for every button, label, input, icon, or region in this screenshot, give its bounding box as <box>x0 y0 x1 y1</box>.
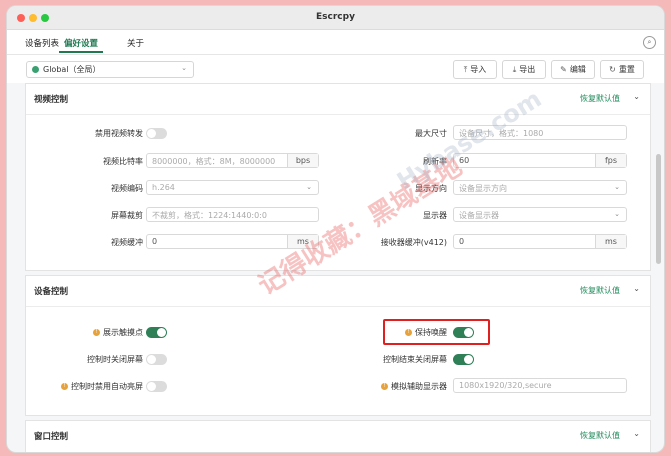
device-section: 设备控制 恢复默认值 ⌄ ! 展示触摸点 控制时关闭屏幕 ! 控制时禁用自动亮屏 !… <box>25 275 651 416</box>
chevron-down-icon: ⌄ <box>306 183 312 191</box>
video-section-header[interactable]: 视频控制 恢复默认值 ⌄ <box>26 84 650 115</box>
chevron-down-icon: ⌄ <box>181 64 187 72</box>
export-icon: ⤓ <box>512 64 517 74</box>
import-icon: ⤒ <box>463 64 468 74</box>
screen-off-on-close-toggle[interactable] <box>453 354 474 365</box>
chevron-down-icon[interactable]: ⌄ <box>633 429 640 438</box>
export-button[interactable]: ⤓ 导出 <box>502 60 546 79</box>
window-section: 窗口控制 恢复默认值 ⌄ <box>25 420 651 452</box>
search-icon[interactable]: ⌕ <box>643 36 656 49</box>
edit-button[interactable]: ✎ 编辑 <box>551 60 595 79</box>
receiver-buffer-input[interactable]: 0 ms <box>453 234 627 249</box>
highlight-box <box>383 319 490 345</box>
import-button[interactable]: ⤒ 导入 <box>453 60 497 79</box>
device-section-header[interactable]: 设备控制 恢复默认值 ⌄ <box>26 276 650 307</box>
video-restore-defaults[interactable]: 恢复默认值 <box>580 93 620 104</box>
video-codec-select[interactable]: h.264 ⌄ <box>146 180 319 195</box>
virtual-display-input[interactable]: 1080x1920/320,secure <box>453 378 627 393</box>
window-title: Escrcpy <box>316 12 355 22</box>
title-bar: Escrcpy <box>7 6 664 30</box>
info-icon: ! <box>93 329 100 336</box>
screen-off-on-control-toggle[interactable] <box>146 354 167 365</box>
edit-icon: ✎ <box>560 65 567 74</box>
global-icon <box>32 66 39 73</box>
chevron-down-icon: ⌄ <box>614 210 620 218</box>
tab-bar: 设备列表 偏好设置 关于 ⌕ <box>7 30 664 55</box>
tab-about[interactable]: 关于 <box>127 37 144 49</box>
reset-icon: ↻ <box>609 65 616 74</box>
disable-video-forward-toggle[interactable] <box>146 128 167 139</box>
chevron-down-icon: ⌄ <box>614 183 620 191</box>
video-bitrate-input[interactable]: 8000000，格式：8M，8000000 bps <box>146 153 319 168</box>
info-icon: ! <box>61 383 68 390</box>
tab-preferences[interactable]: 偏好设置 <box>64 37 98 49</box>
toolbar: Global（全局） ⌄ ⤒ 导入 ⤓ 导出 ✎ 编辑 ↻ 重置 <box>7 55 664 83</box>
fps-input[interactable]: 60 fps <box>453 153 627 168</box>
display-select[interactable]: 设备显示器 ⌄ <box>453 207 627 222</box>
disable-auto-wake-toggle[interactable] <box>146 381 167 392</box>
window-section-header[interactable]: 窗口控制 恢复默认值 ⌄ <box>26 421 650 451</box>
window-restore-defaults[interactable]: 恢复默认值 <box>580 430 620 441</box>
tab-devices[interactable]: 设备列表 <box>25 37 59 49</box>
orientation-select[interactable]: 设备显示方向 ⌄ <box>453 180 627 195</box>
info-icon: ! <box>381 383 388 390</box>
crop-input[interactable]: 不裁剪，格式：1224:1440:0:0 <box>146 207 319 222</box>
chevron-down-icon[interactable]: ⌄ <box>633 284 640 293</box>
device-restore-defaults[interactable]: 恢复默认值 <box>580 285 620 296</box>
chevron-down-icon[interactable]: ⌄ <box>633 92 640 101</box>
scrollbar[interactable] <box>656 154 661 264</box>
app-window: Escrcpy 设备列表 偏好设置 关于 ⌕ Global（全局） ⌄ ⤒ 导入 … <box>7 6 664 452</box>
reset-button[interactable]: ↻ 重置 <box>600 60 644 79</box>
active-tab-indicator <box>59 51 103 53</box>
show-touches-toggle[interactable] <box>146 327 167 338</box>
scope-select[interactable]: Global（全局） ⌄ <box>26 61 194 78</box>
